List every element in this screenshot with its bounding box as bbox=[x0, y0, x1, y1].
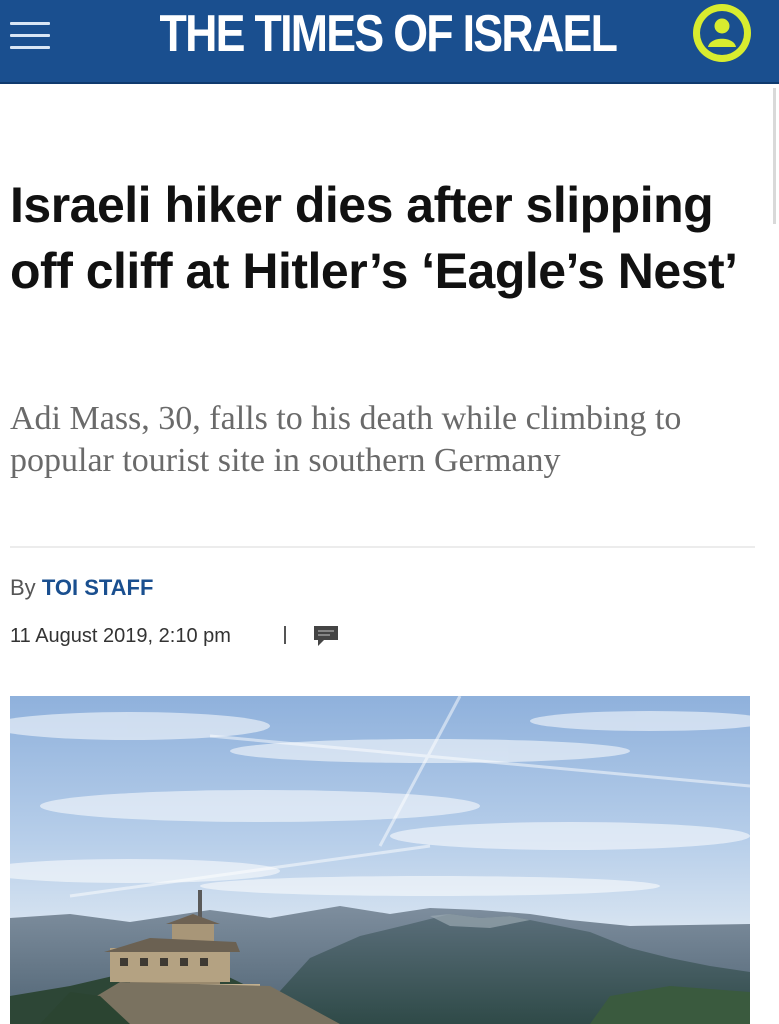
article-headline: Israeli hiker dies after slipping off cl… bbox=[10, 177, 738, 299]
user-account-icon[interactable] bbox=[693, 4, 751, 62]
byline-prefix: By bbox=[10, 575, 36, 600]
scroll-indicator bbox=[773, 88, 776, 224]
comment-icon[interactable] bbox=[312, 623, 340, 649]
article-subheadline: Adi Mass, 30, falls to his death while c… bbox=[10, 400, 682, 479]
site-header: THE TIMES OF ISRAEL bbox=[0, 0, 779, 84]
divider bbox=[10, 546, 755, 548]
separator bbox=[284, 626, 286, 644]
author-link[interactable]: TOI STAFF bbox=[42, 575, 154, 600]
byline: By TOI STAFF bbox=[10, 574, 153, 602]
site-logo[interactable]: THE TIMES OF ISRAEL bbox=[53, 4, 723, 64]
publish-date: 11 August 2019, 2:10 pm bbox=[10, 625, 231, 647]
mountain-landscape-image bbox=[10, 696, 750, 1024]
hamburger-menu-icon[interactable] bbox=[8, 16, 52, 56]
